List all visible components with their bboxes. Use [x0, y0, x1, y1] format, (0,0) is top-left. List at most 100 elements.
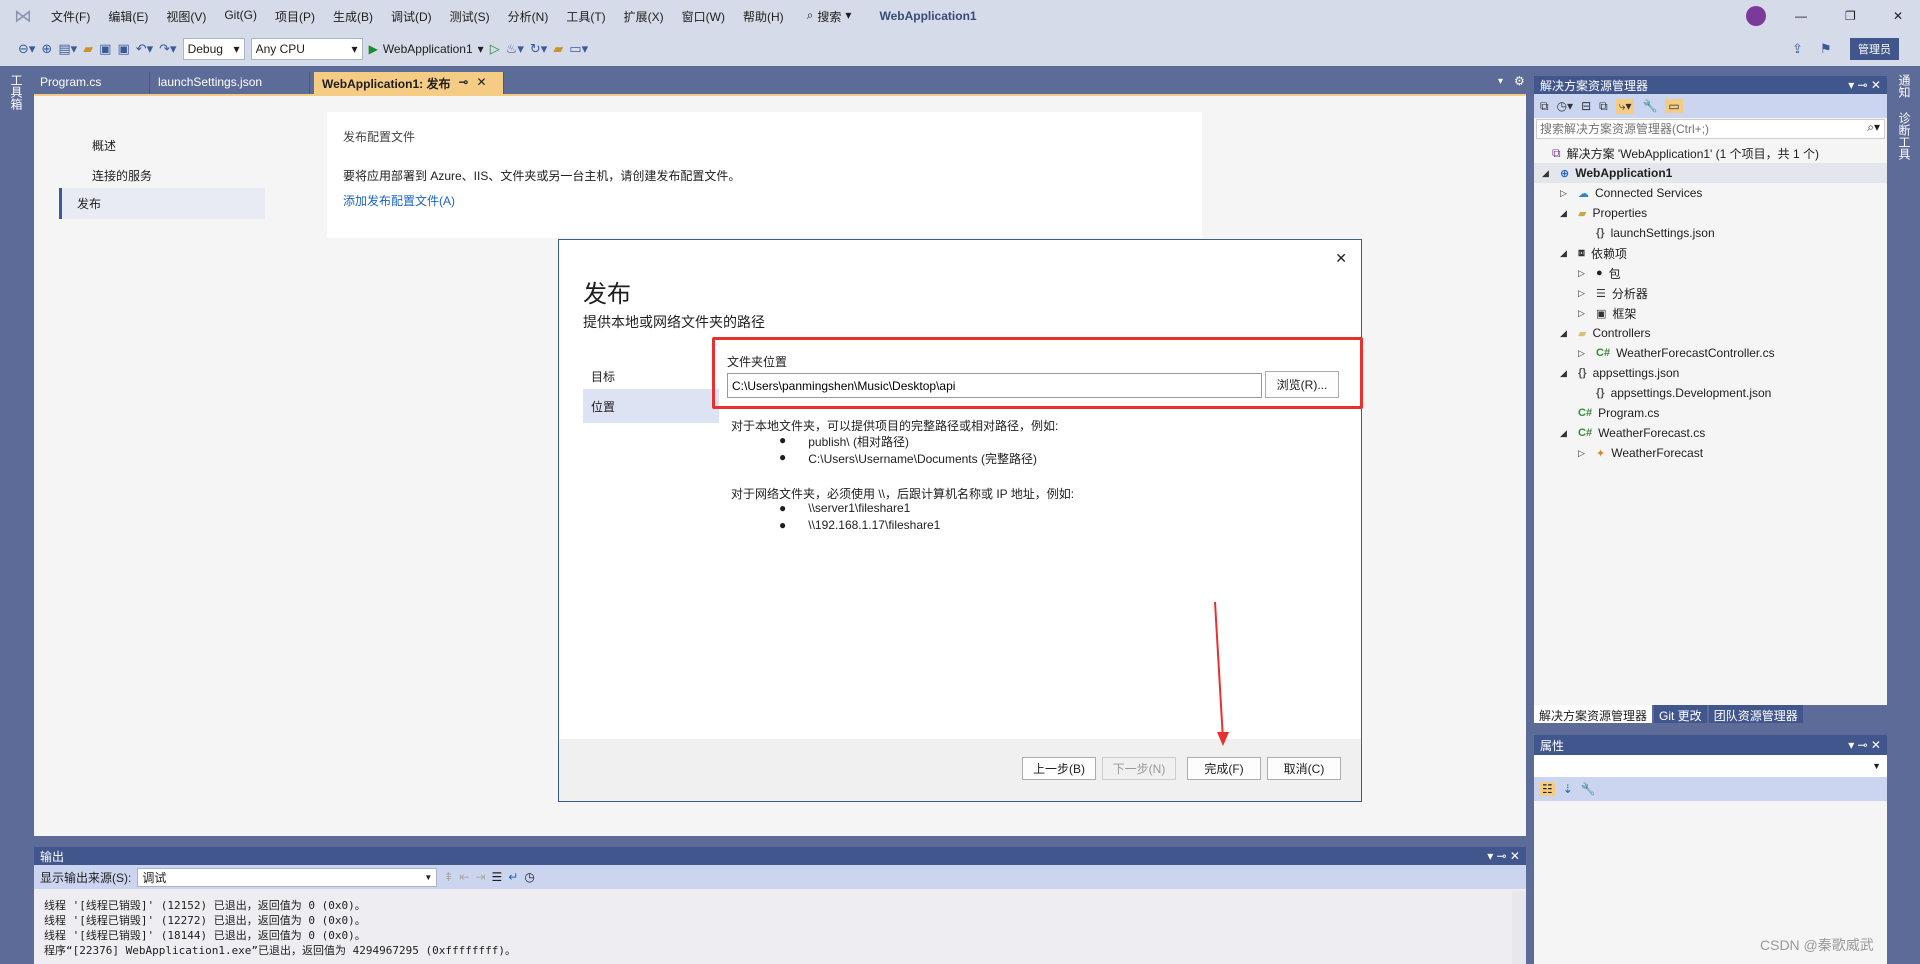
tab-launch-settings[interactable]: launchSettings.json: [150, 72, 310, 94]
expand-toggle-icon[interactable]: ◢: [1560, 328, 1578, 339]
tree-item[interactable]: ▷ ☁ Connected Services: [1534, 183, 1887, 203]
tree-item[interactable]: ▷ ● 包: [1534, 263, 1887, 283]
folder-path-input[interactable]: [727, 373, 1262, 398]
categorized-icon[interactable]: ☷: [1540, 782, 1555, 796]
property-pages-icon[interactable]: 🔧: [1581, 782, 1596, 796]
settings-icon[interactable]: ⚙: [1514, 74, 1525, 88]
platform-select[interactable]: Any CPU ▾: [250, 38, 363, 60]
history-icon[interactable]: ◷▾: [1557, 99, 1574, 113]
preview-icon[interactable]: ▭: [1665, 99, 1683, 113]
avatar[interactable]: [1746, 6, 1766, 26]
menu-item[interactable]: 扩展(X): [615, 8, 673, 25]
expand-toggle-icon[interactable]: ▷: [1578, 448, 1596, 459]
search-button[interactable]: ⌕ 搜索 ▾: [807, 8, 852, 25]
vs-switch-icon[interactable]: ⧉: [1540, 99, 1549, 114]
menu-item[interactable]: 项目(P): [266, 8, 324, 25]
clock-icon[interactable]: ◷: [524, 870, 534, 884]
forward-icon[interactable]: ⊕: [41, 41, 52, 57]
tree-item[interactable]: {} launchSettings.json: [1534, 223, 1887, 243]
menu-item[interactable]: 帮助(H): [734, 8, 793, 25]
object-select[interactable]: ▼: [1534, 755, 1887, 777]
menu-item[interactable]: 视图(V): [157, 8, 215, 25]
alphabetical-icon[interactable]: ⇣: [1563, 782, 1573, 796]
menu-item[interactable]: 调试(D): [382, 8, 441, 25]
find-message-icon[interactable]: ⇞: [443, 870, 453, 884]
hot-reload-icon[interactable]: ♨▾: [506, 41, 524, 57]
browse-button[interactable]: 浏览(R)...: [1265, 371, 1339, 398]
expand-toggle-icon[interactable]: ▷: [1560, 188, 1578, 199]
minimize-button[interactable]: —: [1795, 9, 1807, 23]
start-without-debug-icon[interactable]: ▷: [490, 41, 500, 57]
tree-item[interactable]: C# Program.cs: [1534, 403, 1887, 423]
save-all-icon[interactable]: ▣: [117, 41, 129, 57]
tree-item[interactable]: ▷ C# WeatherForecastController.cs: [1534, 343, 1887, 363]
add-profile-link[interactable]: 添加发布配置文件(A): [343, 192, 1186, 209]
tree-item[interactable]: ◢{} appsettings.json: [1534, 363, 1887, 383]
share-icon[interactable]: ⇪: [1792, 41, 1803, 57]
new-project-icon[interactable]: ▤▾: [58, 41, 77, 57]
bottom-tab[interactable]: 团队资源管理器: [1708, 705, 1803, 723]
finish-button[interactable]: 完成(F): [1187, 757, 1261, 780]
tab-overflow-icon[interactable]: ▾: [1498, 76, 1503, 87]
close-tab-icon[interactable]: ✕: [477, 75, 487, 91]
nav-connected-services[interactable]: 连接的服务: [74, 160, 282, 191]
expand-toggle-icon[interactable]: ◢: [1542, 168, 1560, 179]
menu-item[interactable]: 文件(F): [42, 8, 99, 25]
tree-item[interactable]: ◢ ⊕ WebApplication1: [1534, 163, 1887, 183]
menu-item[interactable]: 窗口(W): [673, 8, 734, 25]
panel-controls[interactable]: ▾ ⊸ ✕: [1848, 738, 1881, 752]
panel-controls[interactable]: ▾ ⊸ ✕: [1848, 78, 1881, 92]
next-message-icon[interactable]: ⇥: [475, 870, 485, 884]
menu-item[interactable]: 生成(B): [324, 8, 382, 25]
output-scrollbar[interactable]: [1512, 891, 1526, 964]
tree-item[interactable]: ◢ ⧈ 依赖项: [1534, 243, 1887, 263]
output-source-select[interactable]: 调试 ▼: [137, 867, 438, 887]
tree-item[interactable]: ▷ ▣ 框架: [1534, 303, 1887, 323]
layout-icon[interactable]: ▭▾: [569, 41, 588, 57]
panel-controls[interactable]: ▾ ⊸ ✕: [1487, 849, 1520, 863]
collapse-icon[interactable]: ⊟: [1581, 99, 1591, 113]
diagnostic-tools-tab[interactable]: 诊断工具: [1896, 112, 1913, 160]
nav-overview[interactable]: 概述: [74, 130, 282, 161]
tree-item[interactable]: ◢ ▰ Properties: [1534, 203, 1887, 223]
notifications-tab[interactable]: 通知: [1896, 74, 1913, 98]
tree-item[interactable]: ▷ ☰ 分析器: [1534, 283, 1887, 303]
expand-toggle-icon[interactable]: ◢: [1560, 248, 1578, 259]
expand-toggle-icon[interactable]: ◢: [1560, 208, 1578, 219]
nav-publish[interactable]: 发布: [59, 188, 265, 219]
pin-icon[interactable]: ⊸: [458, 75, 468, 91]
expand-toggle-icon[interactable]: ▷: [1578, 268, 1596, 279]
search-icon[interactable]: ⌕▾: [1863, 120, 1884, 138]
tree-item[interactable]: {} appsettings.Development.json: [1534, 383, 1887, 403]
bottom-tab[interactable]: Git 更改: [1654, 705, 1707, 723]
configuration-select[interactable]: Debug ▾: [182, 38, 245, 60]
menu-item[interactable]: 分析(N): [499, 8, 558, 25]
expand-toggle-icon[interactable]: ◢: [1560, 368, 1578, 379]
word-wrap-icon[interactable]: ↵: [508, 870, 518, 884]
save-icon[interactable]: ▣: [99, 41, 111, 57]
tree-item[interactable]: ◢ ▰ Controllers: [1534, 323, 1887, 343]
menu-item[interactable]: 编辑(E): [99, 8, 157, 25]
solution-root[interactable]: ⧉ 解决方案 'WebApplication1' (1 个项目，共 1 个): [1534, 143, 1887, 163]
refresh-icon[interactable]: ↻▾: [530, 41, 547, 57]
menu-item[interactable]: 工具(T): [557, 8, 614, 25]
back-button[interactable]: 上一步(B): [1022, 757, 1096, 780]
tree-item[interactable]: ◢ C# WeatherForecast.cs: [1534, 423, 1887, 443]
back-icon[interactable]: ⊖▾: [18, 41, 35, 57]
copy-icon[interactable]: ⧉: [1599, 99, 1608, 114]
prev-message-icon[interactable]: ⇤: [459, 870, 469, 884]
menu-item[interactable]: Git(G): [215, 8, 266, 25]
step-location[interactable]: 位置: [583, 389, 719, 423]
open-icon[interactable]: ▰: [83, 41, 93, 57]
tab-program-cs[interactable]: Program.cs: [32, 72, 150, 94]
expand-toggle-icon[interactable]: ◢: [1560, 428, 1578, 439]
expand-toggle-icon[interactable]: ▷: [1578, 288, 1596, 299]
cancel-button[interactable]: 取消(C): [1267, 757, 1341, 780]
wrench-icon[interactable]: 🔧: [1642, 99, 1657, 113]
tab-publish[interactable]: WebApplication1: 发布 ⊸ ✕: [314, 72, 504, 94]
undo-icon[interactable]: ↶▾: [136, 41, 153, 57]
expand-toggle-icon[interactable]: ▷: [1578, 308, 1596, 319]
expand-toggle-icon[interactable]: ▷: [1578, 348, 1596, 359]
start-button[interactable]: ▶ WebApplication1 ▾: [369, 42, 484, 56]
solution-search-input[interactable]: [1537, 120, 1864, 138]
